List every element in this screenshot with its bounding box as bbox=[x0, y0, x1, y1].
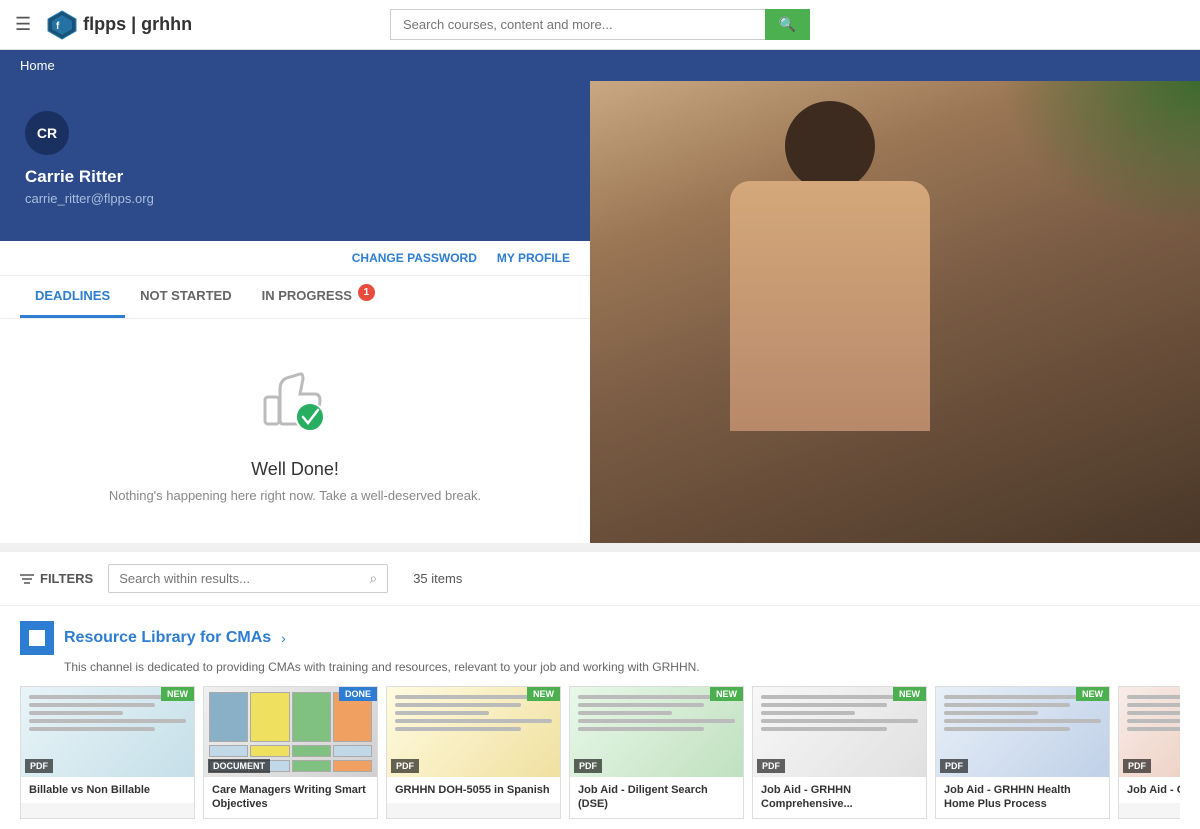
card-thumbnail: DONE DOCUMENT bbox=[204, 687, 377, 777]
tab-not-started[interactable]: NOT STARTED bbox=[125, 276, 246, 318]
card-type-badge: PDF bbox=[940, 759, 968, 773]
tab-in-progress-label: IN PROGRESS bbox=[262, 288, 352, 303]
resource-library-icon bbox=[20, 621, 54, 655]
logo-icon: f bbox=[46, 9, 78, 41]
card-thumbnail: NEW PDF bbox=[387, 687, 560, 777]
thumbs-container bbox=[245, 359, 345, 444]
items-count: 35 items bbox=[413, 571, 462, 586]
card-type-badge: PDF bbox=[1123, 759, 1151, 773]
card-badge: DONE bbox=[339, 687, 377, 701]
card-type-badge: PDF bbox=[25, 759, 53, 773]
hero-panel[interactable]: Click HERE to view your Course Catalog bbox=[590, 81, 1200, 543]
card-badge: NEW bbox=[161, 687, 194, 701]
course-card[interactable]: NEW PDF GRHHN DOH-5055 in Spanish bbox=[386, 686, 561, 819]
breadcrumb: Home bbox=[0, 50, 1200, 81]
home-link[interactable]: Home bbox=[20, 58, 55, 73]
global-search-button[interactable]: 🔍 bbox=[765, 9, 810, 40]
hamburger-menu[interactable]: ☰ bbox=[15, 14, 31, 35]
card-info: Job Aid - G Learning P... bbox=[1119, 777, 1180, 803]
card-title: Billable vs Non Billable bbox=[29, 783, 186, 797]
profile-email: carrie_ritter@flpps.org bbox=[25, 191, 565, 206]
card-title: Job Aid - GRHHN Health Home Plus Process bbox=[944, 783, 1101, 812]
course-card[interactable]: NEW PDF Billable vs Non Billable bbox=[20, 686, 195, 819]
course-card[interactable]: DONE DOCUMENT Care Managers Writing Smar… bbox=[203, 686, 378, 819]
well-done-section: Well Done! Nothing's happening here righ… bbox=[0, 319, 590, 543]
card-title: GRHHN DOH-5055 in Spanish bbox=[395, 783, 552, 797]
tab-not-started-label: NOT STARTED bbox=[140, 288, 231, 303]
filter-search-input[interactable] bbox=[119, 571, 369, 586]
profile-section: CR Carrie Ritter carrie_ritter@flpps.org bbox=[0, 81, 590, 241]
filters-icon bbox=[20, 573, 34, 585]
card-info: Job Aid - GRHHN Health Home Plus Process bbox=[936, 777, 1109, 818]
profile-actions: CHANGE PASSWORD MY PROFILE bbox=[0, 241, 590, 276]
global-search-input[interactable] bbox=[390, 9, 765, 40]
card-info: GRHHN DOH-5055 in Spanish bbox=[387, 777, 560, 803]
card-type-badge: DOCUMENT bbox=[208, 759, 270, 773]
card-thumbnail: NEW PDF bbox=[570, 687, 743, 777]
filter-search-icon: ⌕ bbox=[369, 570, 377, 587]
thumbs-up-icon bbox=[245, 359, 345, 439]
card-type-badge: PDF bbox=[391, 759, 419, 773]
card-badge: NEW bbox=[710, 687, 743, 701]
left-panel: CR Carrie Ritter carrie_ritter@flpps.org… bbox=[0, 81, 590, 543]
app-header: ☰ f flpps | grhhn 🔍 bbox=[0, 0, 1200, 50]
card-title: Care Managers Writing Smart Objectives bbox=[212, 783, 369, 812]
logo-text: flpps | grhhn bbox=[83, 14, 192, 35]
card-thumbnail: NEW PDF bbox=[21, 687, 194, 777]
card-badge: NEW bbox=[893, 687, 926, 701]
course-card[interactable]: NEW PDF Job Aid - GRHHN Health Home Plus… bbox=[935, 686, 1110, 819]
well-done-title: Well Done! bbox=[20, 459, 570, 480]
card-badge: NEW bbox=[527, 687, 560, 701]
card-thumbnail: NEW PDF bbox=[936, 687, 1109, 777]
change-password-link[interactable]: CHANGE PASSWORD bbox=[352, 251, 477, 265]
course-card[interactable]: NEW PDF Job Aid - GRHHN Comprehensive... bbox=[752, 686, 927, 819]
course-card[interactable]: NEW PDF Job Aid - G Learning P... bbox=[1118, 686, 1180, 819]
tab-in-progress[interactable]: IN PROGRESS 1 bbox=[247, 276, 377, 318]
search-icon: 🔍 bbox=[779, 16, 796, 32]
in-progress-badge: 1 bbox=[358, 284, 375, 301]
resource-library-description: This channel is dedicated to providing C… bbox=[20, 660, 1180, 674]
card-info: Job Aid - GRHHN Comprehensive... bbox=[753, 777, 926, 818]
card-type-badge: PDF bbox=[574, 759, 602, 773]
tabs-section: DEADLINES NOT STARTED IN PROGRESS 1 bbox=[0, 276, 590, 319]
card-type-badge: PDF bbox=[757, 759, 785, 773]
tab-deadlines[interactable]: DEADLINES bbox=[20, 276, 125, 318]
card-title: Job Aid - Diligent Search (DSE) bbox=[578, 783, 735, 812]
card-title: Job Aid - G Learning P... bbox=[1127, 783, 1180, 797]
avatar: CR bbox=[25, 111, 69, 155]
profile-name: Carrie Ritter bbox=[25, 167, 565, 187]
plant-decoration bbox=[1000, 81, 1200, 231]
filter-search-container: ⌕ bbox=[108, 564, 388, 593]
well-done-subtitle: Nothing's happening here right now. Take… bbox=[20, 488, 570, 503]
hero-image: Click HERE to view your Course Catalog bbox=[590, 81, 1200, 543]
tabs-container: DEADLINES NOT STARTED IN PROGRESS 1 bbox=[0, 276, 590, 318]
resource-header: Resource Library for CMAs › bbox=[20, 621, 1180, 655]
filters-button[interactable]: FILTERS bbox=[20, 571, 93, 586]
my-profile-link[interactable]: MY PROFILE bbox=[497, 251, 570, 265]
card-title: Job Aid - GRHHN Comprehensive... bbox=[761, 783, 918, 812]
resource-library: Resource Library for CMAs › This channel… bbox=[0, 606, 1200, 829]
card-badge: NEW bbox=[1076, 687, 1109, 701]
main-content: CR Carrie Ritter carrie_ritter@flpps.org… bbox=[0, 81, 1200, 543]
card-thumbnail: NEW PDF bbox=[1119, 687, 1180, 777]
logo-area: f flpps | grhhn bbox=[46, 9, 192, 41]
card-thumbnail: NEW PDF bbox=[753, 687, 926, 777]
filter-bar: FILTERS ⌕ 35 items bbox=[0, 551, 1200, 606]
course-card[interactable]: NEW PDF Job Aid - Diligent Search (DSE) bbox=[569, 686, 744, 819]
card-info: Billable vs Non Billable bbox=[21, 777, 194, 803]
card-info: Job Aid - Diligent Search (DSE) bbox=[570, 777, 743, 818]
filters-label: FILTERS bbox=[40, 571, 93, 586]
resource-library-title[interactable]: Resource Library for CMAs bbox=[64, 629, 271, 647]
card-info: Care Managers Writing Smart Objectives bbox=[204, 777, 377, 818]
global-search-bar: 🔍 bbox=[390, 9, 810, 40]
tab-deadlines-label: DEADLINES bbox=[35, 288, 110, 303]
resource-chevron-icon[interactable]: › bbox=[281, 630, 286, 646]
cards-row: NEW PDF Billable vs Non Billable DONE DO… bbox=[20, 686, 1180, 819]
